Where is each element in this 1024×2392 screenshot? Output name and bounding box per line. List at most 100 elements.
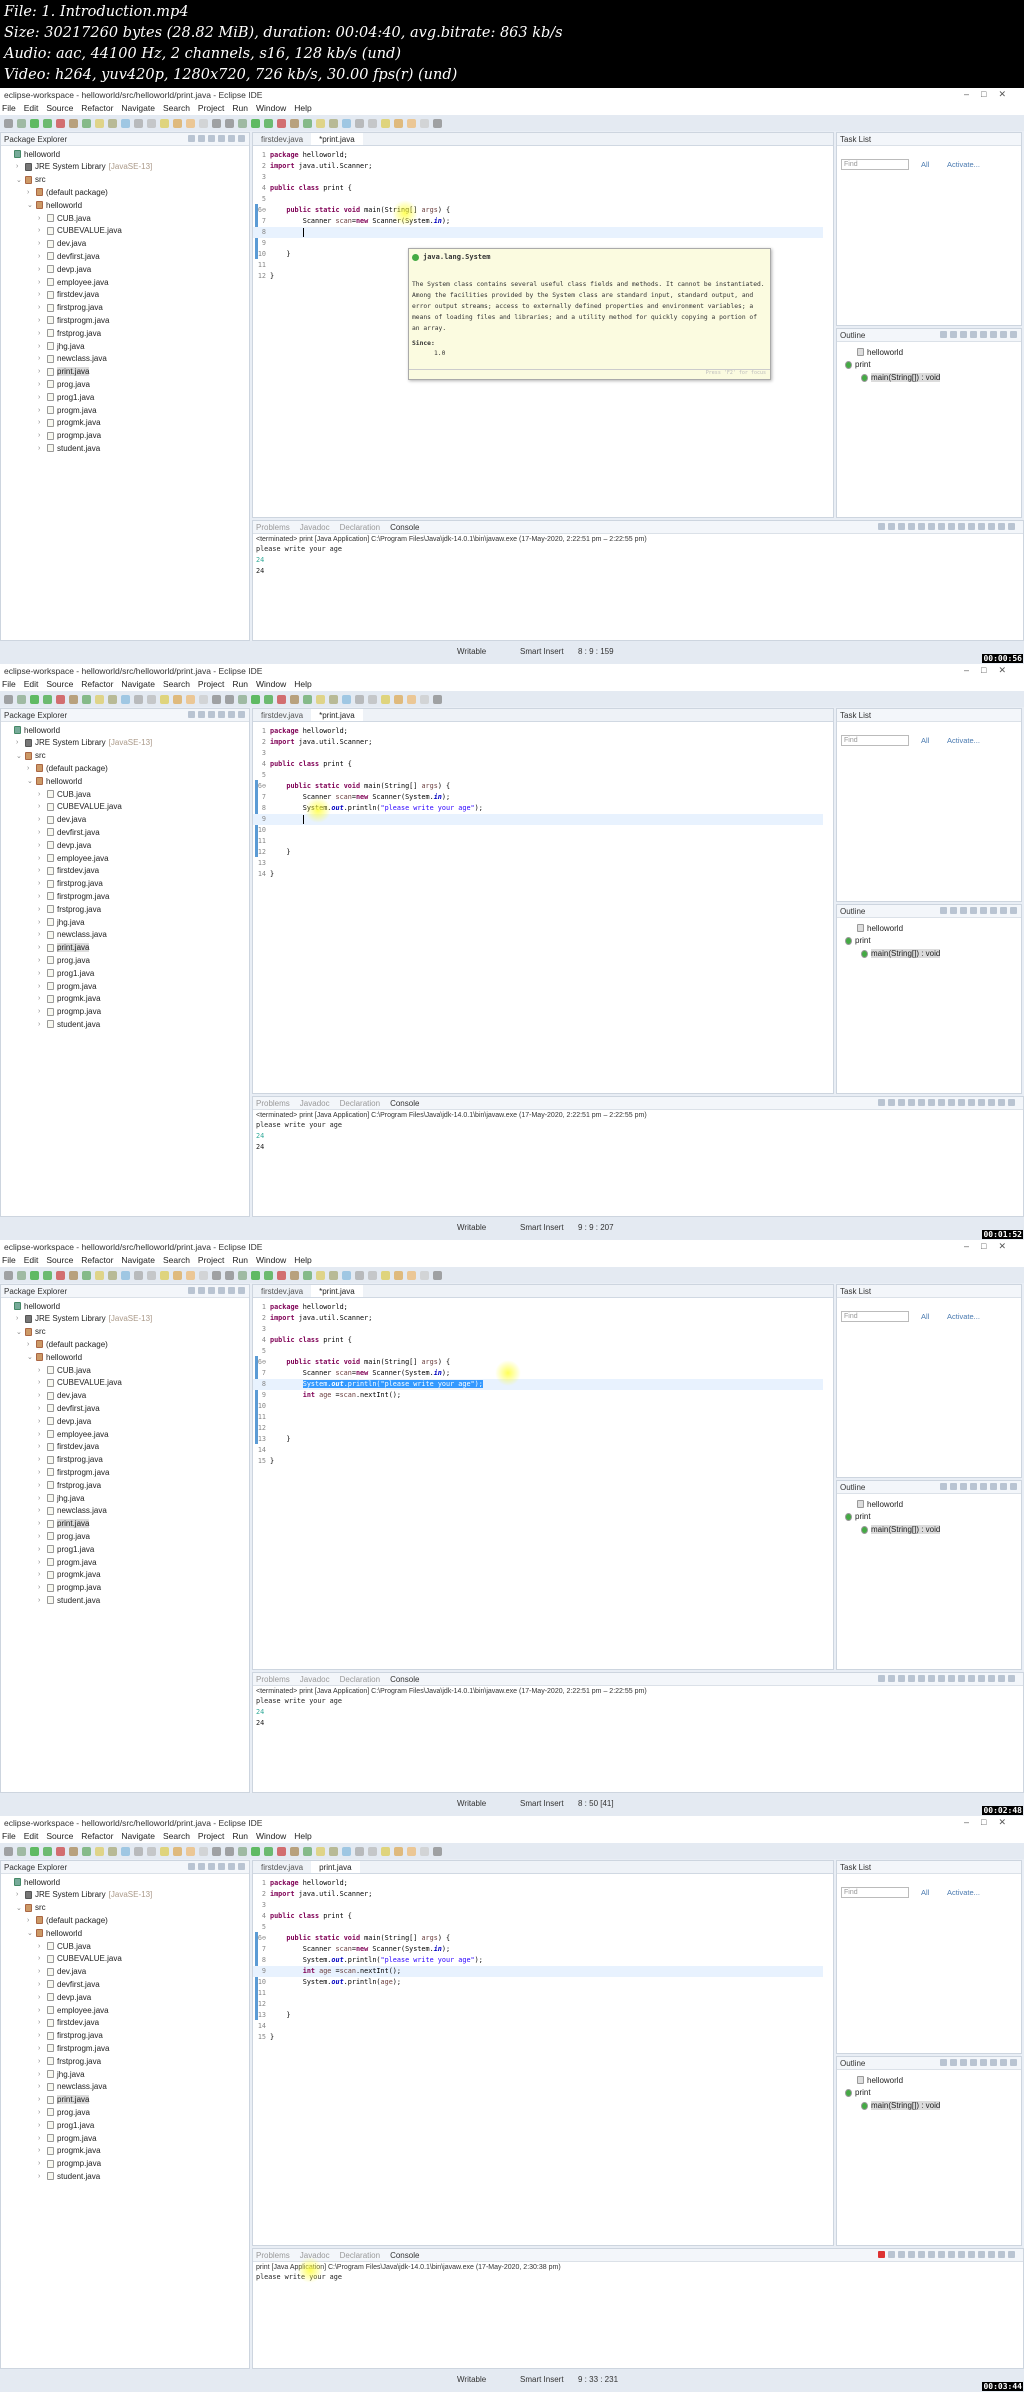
toolbar-button-icon[interactable] <box>251 1270 260 1280</box>
tree-item[interactable]: › progm.java <box>38 1556 97 1568</box>
outline-action-icon[interactable] <box>950 1483 957 1490</box>
code-line[interactable]: 13 } <box>253 2010 823 2021</box>
chevron-right-icon[interactable]: › <box>38 368 44 375</box>
console-action-icon[interactable] <box>948 523 955 530</box>
menu-project[interactable]: Project <box>198 1255 224 1266</box>
tree-item[interactable]: › firstprog.java <box>38 878 103 890</box>
toolbar-button-icon[interactable] <box>329 694 338 704</box>
console-action-icon[interactable] <box>988 523 995 530</box>
toolbar-button-icon[interactable] <box>69 694 78 704</box>
tree-item[interactable]: › frstprog.java <box>38 327 101 339</box>
code-line[interactable]: 13 <box>253 858 823 869</box>
toolbar-button-icon[interactable] <box>277 118 286 128</box>
console-output[interactable]: <terminated> print [Java Application] C:… <box>253 1111 1023 1216</box>
view-action-icon[interactable] <box>238 1287 245 1294</box>
tree-item[interactable]: › jhg.java <box>38 916 85 928</box>
toolbar-button-icon[interactable] <box>199 694 208 704</box>
view-action-icon[interactable] <box>188 1287 195 1294</box>
toolbar-button-icon[interactable] <box>69 1846 78 1856</box>
chevron-right-icon[interactable]: › <box>38 381 44 388</box>
console-tab-console[interactable]: Console <box>390 2251 419 2260</box>
console-action-icon[interactable] <box>938 1099 945 1106</box>
editor-tab-firstdev[interactable]: firstdev.java <box>253 1861 311 1873</box>
code-line[interactable]: 3 <box>253 1900 823 1911</box>
tree-item[interactable]: › progmk.java <box>38 417 101 429</box>
chevron-right-icon[interactable]: › <box>38 1495 44 1502</box>
view-action-icon[interactable] <box>198 711 205 718</box>
chevron-right-icon[interactable]: › <box>38 1955 44 1962</box>
tree-item[interactable]: › devfirst.java <box>38 250 100 262</box>
code-line[interactable]: 5 <box>253 770 823 781</box>
outline-action-icon[interactable] <box>990 331 997 338</box>
tree-item[interactable]: › print.java <box>38 2094 90 2106</box>
chevron-right-icon[interactable]: › <box>38 1469 44 1476</box>
toolbar-button-icon[interactable] <box>134 118 143 128</box>
outline-action-icon[interactable] <box>1000 331 1007 338</box>
code-editor[interactable]: 1 package helloworld; 2 import java.util.Sc… <box>253 723 833 1093</box>
view-action-icon[interactable] <box>218 1863 225 1870</box>
console-action-icon[interactable] <box>928 2251 935 2258</box>
outline-item[interactable]: print <box>845 1511 871 1523</box>
code-line[interactable]: 9 int age =scan.nextInt(); <box>253 1966 823 1977</box>
terminate-icon[interactable] <box>878 523 885 530</box>
toolbar-button-icon[interactable] <box>4 118 13 128</box>
toolbar-button-icon[interactable] <box>290 1270 299 1280</box>
terminate-icon[interactable] <box>878 1099 885 1106</box>
menu-help[interactable]: Help <box>294 1831 311 1842</box>
code-line[interactable]: 2 import java.util.Scanner; <box>253 1889 823 1900</box>
outline-item[interactable]: helloworld <box>857 2074 903 2086</box>
chevron-right-icon[interactable]: › <box>38 240 44 247</box>
tree-item[interactable]: › progmp.java <box>38 430 101 442</box>
toolbar-button-icon[interactable] <box>264 694 273 704</box>
chevron-right-icon[interactable]: › <box>38 1943 44 1950</box>
console-action-icon[interactable] <box>918 523 925 530</box>
chevron-right-icon[interactable]: › <box>27 189 33 196</box>
chevron-right-icon[interactable]: › <box>38 2019 44 2026</box>
outline-item[interactable]: helloworld <box>857 922 903 934</box>
tree-item[interactable]: › (default package) <box>27 186 108 198</box>
maximize-button[interactable]: □ <box>981 1817 998 1827</box>
toolbar-button-icon[interactable] <box>290 694 299 704</box>
tree-item[interactable]: › print.java <box>38 366 90 378</box>
tree-item[interactable]: ⌄ helloworld <box>27 1927 82 1939</box>
toolbar-button-icon[interactable] <box>186 1846 195 1856</box>
editor-tab-print[interactable]: *print.java <box>311 709 363 721</box>
tree-item[interactable]: › progm.java <box>38 980 97 992</box>
toolbar-button-icon[interactable] <box>303 694 312 704</box>
chevron-right-icon[interactable]: › <box>38 1507 44 1514</box>
toolbar-button-icon[interactable] <box>160 694 169 704</box>
console-action-icon[interactable] <box>908 1675 915 1682</box>
code-line[interactable]: 4 public class print { <box>253 1335 823 1346</box>
console-action-icon[interactable] <box>908 1099 915 1106</box>
outline-action-icon[interactable] <box>940 2059 947 2066</box>
chevron-right-icon[interactable]: › <box>38 816 44 823</box>
code-line[interactable]: 4 public class print { <box>253 759 823 770</box>
menu-window[interactable]: Window <box>256 1255 286 1266</box>
chevron-right-icon[interactable]: › <box>38 355 44 362</box>
tree-item[interactable]: › print.java <box>38 1518 90 1530</box>
toolbar-button-icon[interactable] <box>303 118 312 128</box>
chevron-right-icon[interactable]: › <box>38 407 44 414</box>
toolbar-button-icon[interactable] <box>407 694 416 704</box>
console-action-icon[interactable] <box>968 2251 975 2258</box>
chevron-right-icon[interactable]: › <box>38 906 44 913</box>
tree-item[interactable]: › jhg.java <box>38 340 85 352</box>
maximize-button[interactable]: □ <box>981 1241 998 1251</box>
view-action-icon[interactable] <box>218 711 225 718</box>
code-line[interactable]: 15} <box>253 2032 823 2043</box>
chevron-right-icon[interactable]: › <box>38 1968 44 1975</box>
tree-item[interactable]: › JRE System Library [JavaSE-13] <box>16 1313 152 1325</box>
chevron-right-icon[interactable]: › <box>38 419 44 426</box>
tree-item[interactable]: › CUBEVALUE.java <box>38 1953 122 1965</box>
toolbar-button-icon[interactable] <box>381 1846 390 1856</box>
toolbar-button-icon[interactable] <box>121 118 130 128</box>
code-line[interactable]: 10 System.out.println(age); <box>253 1977 823 1988</box>
minimize-button[interactable]: – <box>964 1241 981 1251</box>
outline-action-icon[interactable] <box>940 907 947 914</box>
toolbar-button-icon[interactable] <box>147 1270 156 1280</box>
outline-action-icon[interactable] <box>1000 1483 1007 1490</box>
chevron-right-icon[interactable]: › <box>38 2071 44 2078</box>
outline-item[interactable]: main(String[]) : void <box>861 948 941 960</box>
toolbar-button-icon[interactable] <box>329 1270 338 1280</box>
console-action-icon[interactable] <box>988 2251 995 2258</box>
